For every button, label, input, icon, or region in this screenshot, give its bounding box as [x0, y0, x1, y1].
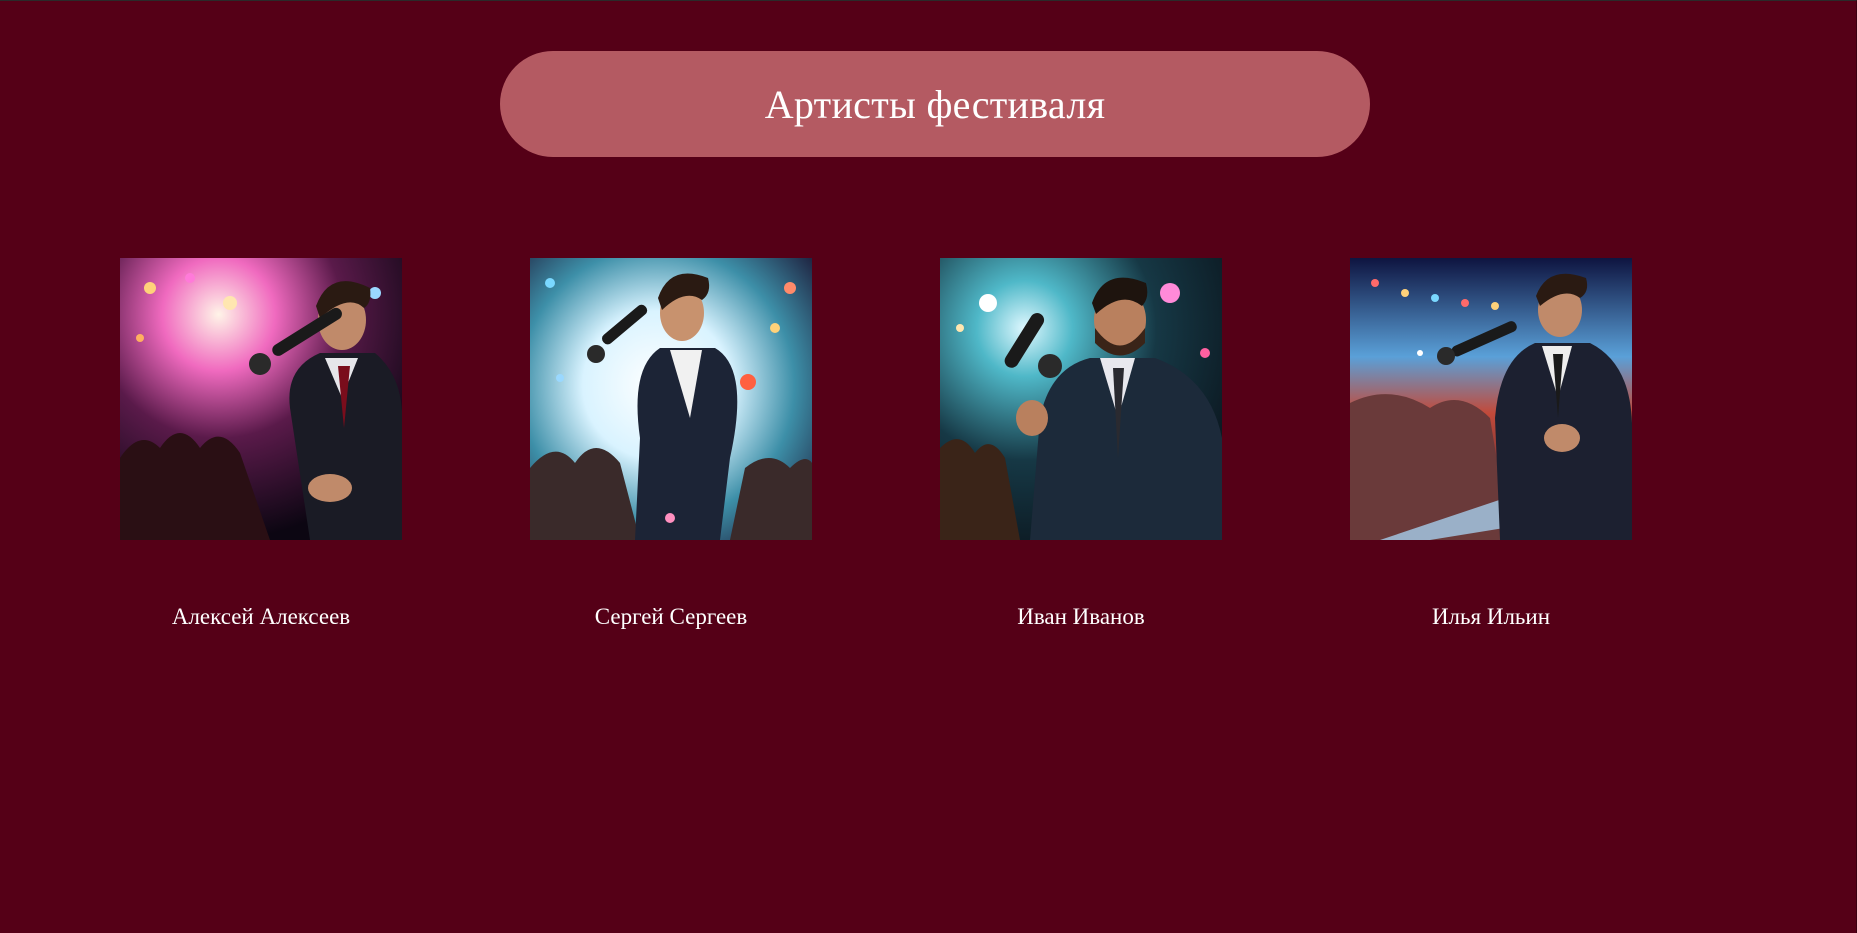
artist-name: Сергей Сергеев: [594, 604, 748, 629]
artist-card[interactable]: Сергей Сергеев: [530, 258, 812, 629]
singer-photo-icon: [1350, 258, 1632, 540]
artist-card[interactable]: Иван Иванов: [940, 258, 1222, 629]
artist-name: Илья Ильин: [1431, 604, 1551, 629]
artist-name: Алексей Алексеев: [171, 604, 351, 629]
artist-photo[interactable]: [1350, 258, 1632, 540]
page: Артисты фестиваля Алексей Алексеев Серге…: [0, 0, 1857, 933]
artist-photo[interactable]: [940, 258, 1222, 540]
artist-photo[interactable]: [120, 258, 402, 540]
artist-photo[interactable]: [530, 258, 812, 540]
singer-photo-icon: [530, 258, 812, 540]
singer-photo-icon: [120, 258, 402, 540]
artist-name: Иван Иванов: [1017, 604, 1145, 629]
page-title: Артисты фестиваля: [764, 81, 1106, 127]
singer-photo-icon: [940, 258, 1222, 540]
artist-card[interactable]: Илья Ильин: [1350, 258, 1632, 629]
artist-grid: Алексей Алексеев Сергей Сергеев Иван Ива…: [0, 258, 1857, 658]
page-header: Артисты фестиваля: [500, 51, 1370, 157]
artist-card[interactable]: Алексей Алексеев: [120, 258, 402, 629]
